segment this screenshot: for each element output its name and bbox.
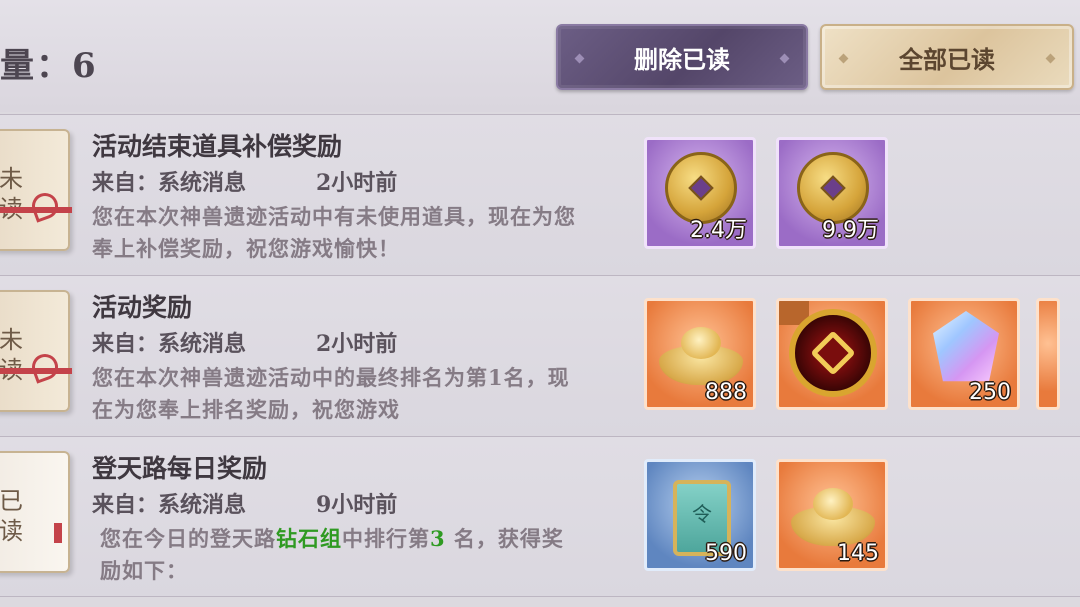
diamond-ornament-icon bbox=[574, 53, 585, 64]
mailbox-header: 量：6 删除已读 全部已读 bbox=[0, 0, 1080, 112]
mail-sender: 来自：系统消息 bbox=[92, 492, 247, 518]
envelope-status-char: 已 bbox=[0, 487, 23, 515]
mail-body: 您在本次神兽遗迹活动中有未使用道具，现在为您奉上补偿奖励，祝您游戏愉快！ bbox=[92, 204, 576, 261]
envelope-status-char: 读 bbox=[0, 517, 23, 545]
diamond-ornament-icon bbox=[838, 53, 849, 64]
reward-quantity: 888 bbox=[705, 380, 747, 405]
reward-item-partial[interactable] bbox=[1036, 298, 1060, 410]
mail-title: 活动结束道具补偿奖励 bbox=[92, 132, 343, 161]
crystal-gem-icon bbox=[933, 311, 999, 382]
delete-read-label: 删除已读 bbox=[634, 44, 730, 74]
golden-emblem-icon bbox=[789, 309, 877, 397]
mail-sender: 来自：系统消息 bbox=[92, 331, 247, 357]
mail-item[interactable]: 已 读 登天路每日奖励 来自：系统消息 9小时前 您在今日的登天路钻石组中排行第… bbox=[0, 436, 1080, 597]
mail-time: 2小时前 bbox=[316, 331, 398, 357]
unread-envelope-icon: 未 读 bbox=[0, 290, 72, 412]
bow-icon bbox=[28, 350, 62, 384]
reward-quantity: 145 bbox=[837, 541, 879, 566]
unread-envelope-icon: 未 读 bbox=[0, 129, 72, 251]
reward-item[interactable]: 9.9万 bbox=[776, 137, 888, 249]
mark-all-read-label: 全部已读 bbox=[899, 44, 995, 74]
reward-item[interactable]: 250 bbox=[908, 298, 1020, 410]
mail-time: 9小时前 bbox=[316, 492, 398, 518]
mail-time: 2小时前 bbox=[316, 170, 398, 196]
read-envelope-icon: 已 读 bbox=[0, 451, 70, 573]
reward-quantity: 2.4万 bbox=[690, 218, 747, 243]
list-bottom-divider bbox=[0, 596, 1080, 607]
mail-count-label: 量：6 bbox=[0, 46, 98, 86]
reward-item[interactable]: 2.4万 bbox=[644, 137, 756, 249]
ribbon-icon bbox=[54, 523, 62, 543]
mail-body: 您在今日的登天路钻石组中排行第3 名，获得奖励如下： bbox=[100, 523, 580, 587]
reward-quantity: 9.9万 bbox=[822, 218, 879, 243]
mail-sender: 来自：系统消息 bbox=[92, 170, 247, 196]
mark-all-read-button[interactable]: 全部已读 bbox=[820, 24, 1074, 90]
gold-ingot-icon bbox=[659, 327, 743, 385]
gold-ingot-icon bbox=[791, 488, 875, 546]
reward-quantity: 250 bbox=[969, 380, 1011, 405]
reward-item[interactable] bbox=[776, 298, 888, 410]
delete-read-button[interactable]: 删除已读 bbox=[556, 24, 808, 90]
mail-body-rank: 3 bbox=[430, 526, 446, 551]
envelope-status-char: 未 bbox=[0, 326, 23, 354]
mail-body-highlight: 钻石组 bbox=[276, 526, 342, 551]
mail-body: 您在本次神兽遗迹活动中的最终排名为第1名，现在为您奉上排名奖励，祝您游戏 bbox=[92, 365, 570, 422]
mail-body-mid: 中排行第 bbox=[342, 526, 430, 551]
mail-item[interactable]: 未 读 活动奖励 来自：系统消息 2小时前 您在本次神兽遗迹活动中的最终排名为第… bbox=[0, 275, 1080, 436]
mail-body-prefix: 您在今日的登天路 bbox=[100, 526, 276, 551]
reward-item[interactable]: 888 bbox=[644, 298, 756, 410]
mail-title: 登天路每日奖励 bbox=[92, 454, 268, 483]
diamond-ornament-icon bbox=[779, 53, 790, 64]
reward-item[interactable]: 145 bbox=[776, 459, 888, 571]
reward-quantity: 590 bbox=[705, 541, 747, 566]
reward-item[interactable]: 590 bbox=[644, 459, 756, 571]
mail-item[interactable]: 未 读 活动结束道具补偿奖励 来自：系统消息 2小时前 您在本次神兽遗迹活动中有… bbox=[0, 114, 1080, 275]
mail-title: 活动奖励 bbox=[92, 293, 193, 322]
bow-icon bbox=[28, 189, 62, 223]
envelope-status-char: 未 bbox=[0, 165, 23, 193]
diamond-ornament-icon bbox=[1045, 53, 1056, 64]
